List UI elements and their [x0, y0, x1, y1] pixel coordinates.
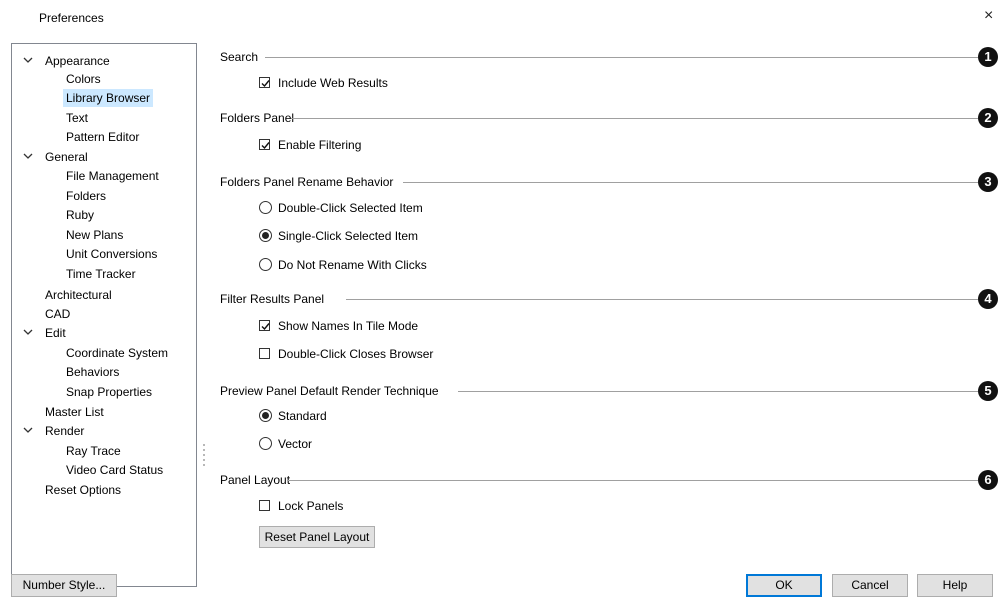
tree-item-architectural[interactable]: Architectural	[42, 286, 115, 304]
section-title-search: Search	[220, 50, 259, 64]
tree-item-unit-conversions[interactable]: Unit Conversions	[63, 245, 160, 263]
section-title-folders-panel: Folders Panel	[220, 111, 295, 125]
category-tree[interactable]: Appearance Colors Library Browser Text P…	[11, 43, 197, 587]
checkbox-unchecked-icon[interactable]	[259, 348, 270, 359]
chevron-down-icon[interactable]	[23, 52, 33, 70]
section-title-panel-layout: Panel Layout	[220, 473, 291, 487]
callout-badge: 5	[978, 381, 998, 401]
tree-item-new-plans[interactable]: New Plans	[63, 226, 126, 244]
chevron-down-icon[interactable]	[23, 422, 33, 440]
callout-badge: 3	[978, 172, 998, 192]
tree-item-ray-trace[interactable]: Ray Trace	[63, 442, 124, 460]
section-title-render-technique: Preview Panel Default Render Technique	[220, 384, 439, 398]
callout-badge: 1	[978, 47, 998, 67]
tree-item-appearance[interactable]: Appearance	[42, 52, 113, 70]
checkbox-checked-icon[interactable]	[259, 77, 270, 88]
tree-item-video-card-status[interactable]: Video Card Status	[63, 461, 166, 479]
close-icon[interactable]: ×	[984, 8, 993, 24]
tree-item-coordinate-system[interactable]: Coordinate System	[63, 344, 171, 362]
checkbox-checked-icon[interactable]	[259, 320, 270, 331]
checkbox-unchecked-icon[interactable]	[259, 500, 270, 511]
number-style-button[interactable]: Number Style...	[11, 574, 117, 597]
tree-item-colors[interactable]: Colors	[63, 70, 104, 88]
title-bar: Preferences ×	[0, 0, 1005, 36]
help-button[interactable]: Help	[917, 574, 993, 597]
radio-unselected-icon[interactable]	[259, 201, 272, 214]
tree-item-folders[interactable]: Folders	[63, 187, 109, 205]
section-divider	[403, 182, 978, 183]
radio-selected-icon[interactable]	[259, 229, 272, 242]
tree-item-pattern-editor[interactable]: Pattern Editor	[63, 128, 142, 146]
chevron-down-icon[interactable]	[23, 148, 33, 166]
section-title-rename-behavior: Folders Panel Rename Behavior	[220, 175, 394, 189]
section-divider	[458, 391, 978, 392]
section-title-filter-results: Filter Results Panel	[220, 292, 325, 306]
tree-item-reset-options[interactable]: Reset Options	[42, 481, 124, 499]
tree-item-general[interactable]: General	[42, 148, 91, 166]
tree-item-snap-properties[interactable]: Snap Properties	[63, 383, 155, 401]
ok-button[interactable]: OK	[746, 574, 822, 597]
tree-item-cad[interactable]: CAD	[42, 305, 73, 323]
radio-selected-icon[interactable]	[259, 409, 272, 422]
section-divider	[291, 118, 978, 119]
callout-badge: 6	[978, 470, 998, 490]
reset-panel-layout-button[interactable]: Reset Panel Layout	[259, 526, 375, 548]
tree-item-library-browser[interactable]: Library Browser	[63, 89, 154, 107]
cancel-button[interactable]: Cancel	[832, 574, 908, 597]
section-divider	[265, 57, 978, 58]
tree-item-time-tracker[interactable]: Time Tracker	[63, 265, 139, 283]
radio-unselected-icon[interactable]	[259, 258, 272, 271]
tree-item-behaviors[interactable]: Behaviors	[63, 363, 122, 381]
section-divider	[346, 299, 978, 300]
splitter-handle[interactable]	[203, 444, 205, 468]
checkbox-checked-icon[interactable]	[259, 139, 270, 150]
callout-badge: 4	[978, 289, 998, 309]
window-title: Preferences	[39, 11, 104, 25]
tree-item-edit[interactable]: Edit	[42, 324, 69, 342]
radio-unselected-icon[interactable]	[259, 437, 272, 450]
tree-item-render[interactable]: Render	[42, 422, 87, 440]
tree-item-text[interactable]: Text	[63, 109, 91, 127]
section-divider	[287, 480, 978, 481]
chevron-down-icon[interactable]	[23, 324, 33, 342]
tree-item-ruby[interactable]: Ruby	[63, 206, 97, 224]
callout-badge: 2	[978, 108, 998, 128]
tree-item-master-list[interactable]: Master List	[42, 403, 107, 421]
tree-item-file-management[interactable]: File Management	[63, 167, 162, 185]
